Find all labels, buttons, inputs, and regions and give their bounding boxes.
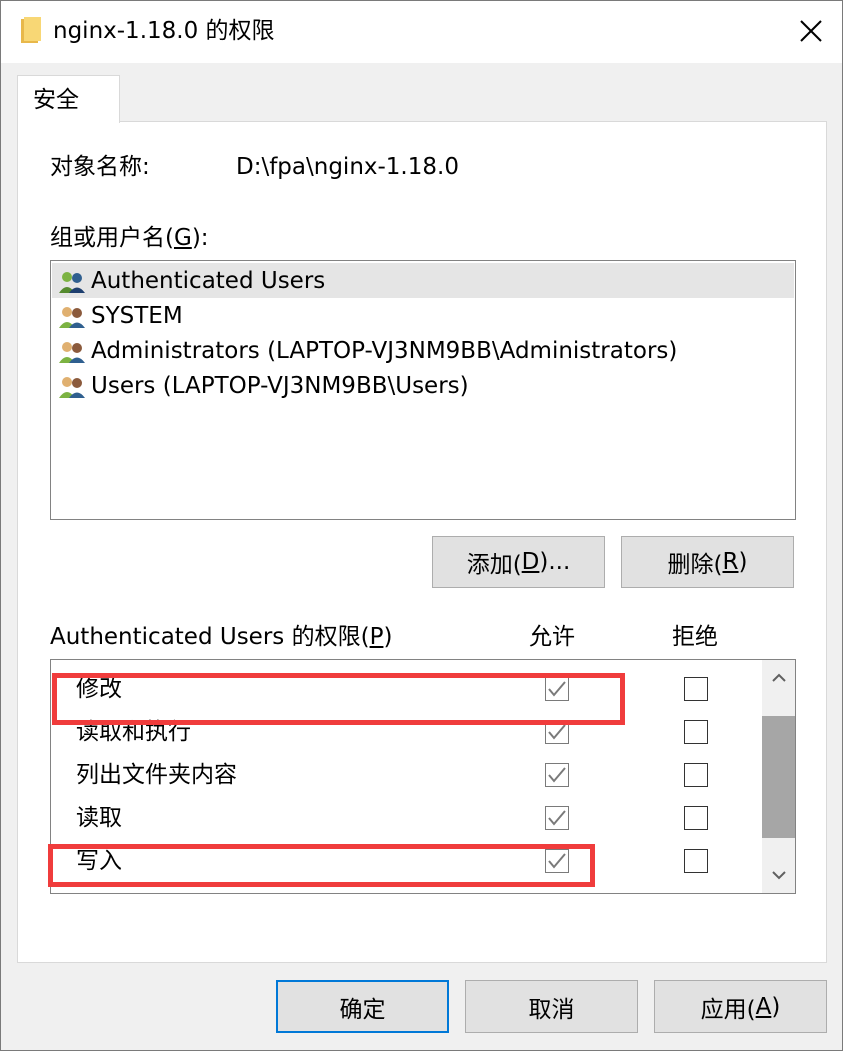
user-name: Authenticated Users [91,268,326,294]
perm-row-read: 读取 [51,800,761,843]
close-button[interactable] [780,1,842,61]
scroll-up-button[interactable] [762,660,795,696]
scroll-down-button[interactable] [762,857,795,893]
permissions-label: Authenticated Users 的权限(P) [50,624,393,650]
window-title: nginx-1.18.0 的权限 [53,18,275,44]
permissions-list[interactable]: 修改 读取和执行 列出文件夹内容 读取 写入 [50,659,796,894]
folder-icon [21,17,41,43]
allow-checkbox[interactable] [545,763,569,787]
user-name: Administrators (LAPTOP-VJ3NM9BB\Administ… [91,338,678,364]
users-group-icon [59,342,85,363]
deny-checkbox[interactable] [684,720,708,744]
checkmark-icon [548,767,566,783]
allow-checkbox[interactable] [545,677,569,701]
perm-name: 读取和执行 [76,719,191,745]
perm-name: 列出文件夹内容 [76,762,237,788]
user-name: Users (LAPTOP-VJ3NM9BB\Users) [91,373,469,399]
permissions-dialog: nginx-1.18.0 的权限 安全 对象名称: D:\fpa\nginx-1… [0,0,843,1051]
perm-name: 写入 [76,848,122,874]
cancel-button[interactable]: 取消 [465,980,638,1033]
perm-name: 读取 [76,805,122,831]
scroll-thumb[interactable] [762,716,795,838]
chevron-down-icon [771,871,786,880]
remove-button[interactable]: 删除(R) [621,536,794,588]
user-row-administrators[interactable]: Administrators (LAPTOP-VJ3NM9BB\Administ… [52,333,794,368]
perm-row-list-folder: 列出文件夹内容 [51,757,761,800]
deny-checkbox[interactable] [684,763,708,787]
deny-checkbox[interactable] [684,677,708,701]
title-bar[interactable]: nginx-1.18.0 的权限 [1,1,842,63]
group-user-list[interactable]: Authenticated Users SYSTEM Administrator… [50,260,796,520]
group-user-label: 组或用户名(G): [50,225,209,251]
tab-security[interactable]: 安全 [17,75,120,123]
allow-checkbox[interactable] [545,849,569,873]
object-name-value: D:\fpa\nginx-1.18.0 [236,154,459,180]
add-button[interactable]: 添加(D)... [432,536,605,588]
chevron-up-icon [771,673,786,682]
checkmark-icon [548,681,566,697]
object-name-label: 对象名称: [50,154,150,180]
ok-button[interactable]: 确定 [276,980,449,1033]
checkmark-icon [548,810,566,826]
perm-row-modify: 修改 [51,671,761,714]
perm-row-write: 写入 [51,843,761,886]
permissions-scrollbar[interactable] [762,660,795,893]
checkmark-icon [548,853,566,869]
allow-checkbox[interactable] [545,720,569,744]
user-row-system[interactable]: SYSTEM [52,298,794,333]
users-group-icon [59,272,85,293]
deny-checkbox[interactable] [684,806,708,830]
users-group-icon [59,307,85,328]
apply-button[interactable]: 应用(A) [654,980,827,1033]
allow-column-header: 允许 [529,624,575,650]
checkmark-icon [548,724,566,740]
deny-checkbox[interactable] [684,849,708,873]
user-row-users[interactable]: Users (LAPTOP-VJ3NM9BB\Users) [52,368,794,403]
perm-name: 修改 [76,676,122,702]
tab-security-label: 安全 [33,87,79,113]
perm-row-read-execute: 读取和执行 [51,714,761,757]
user-name: SYSTEM [91,303,183,329]
close-icon [800,20,822,42]
deny-column-header: 拒绝 [672,624,718,650]
user-row-authenticated-users[interactable]: Authenticated Users [52,263,794,298]
allow-checkbox[interactable] [545,806,569,830]
users-group-icon [59,377,85,398]
